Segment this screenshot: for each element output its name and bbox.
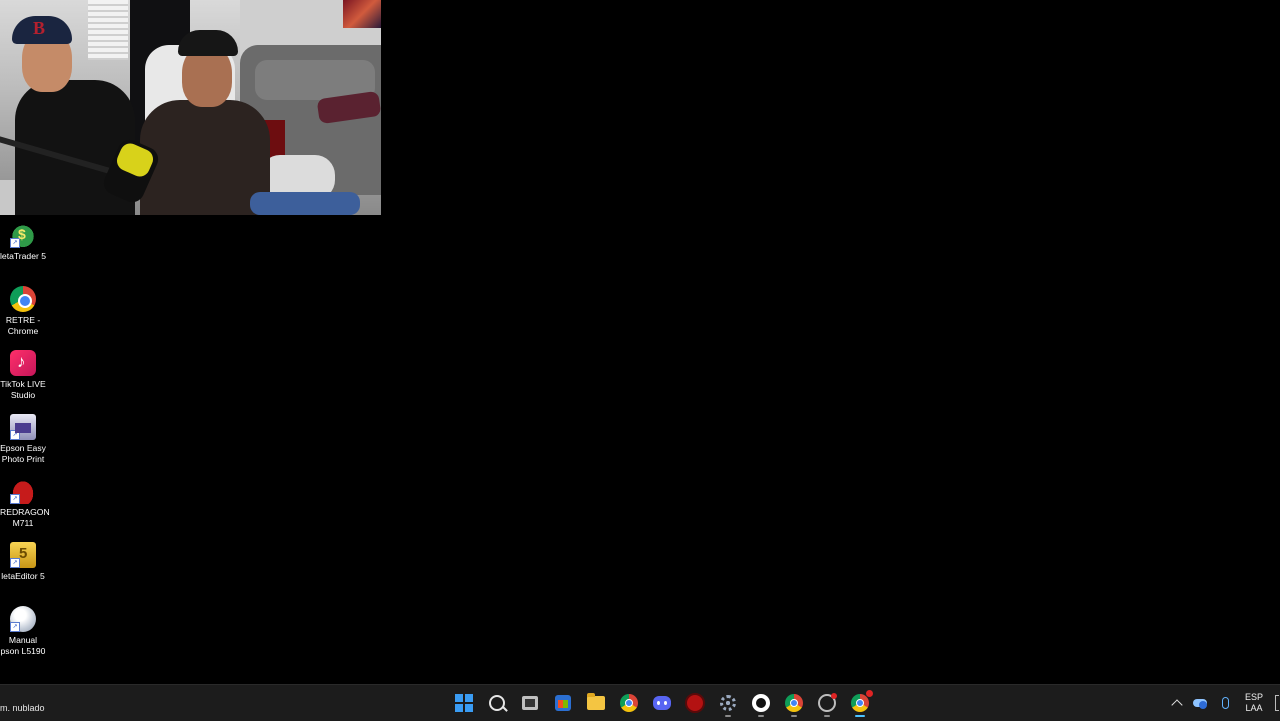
language-text: ESP LAA	[1244, 692, 1263, 713]
redragon-icon: ↗	[10, 478, 36, 504]
show-hidden-icons-button[interactable]	[1168, 685, 1186, 721]
discord-icon	[653, 696, 671, 710]
search-icon	[489, 695, 505, 711]
show-desktop-icon	[1275, 695, 1279, 711]
epson-easy-photo-print-icon: ↗	[10, 414, 36, 440]
red-circle-icon	[685, 693, 705, 713]
red-app-button[interactable]	[681, 689, 709, 717]
microphone-icon	[1221, 697, 1229, 709]
desktop-icon-epson-easy-photo-print[interactable]: ↗ Epson Easy Photo Print	[0, 414, 46, 465]
metatrader5-icon: ↗	[10, 222, 36, 248]
gear-icon	[720, 695, 736, 711]
chrome-icon	[785, 694, 803, 712]
taskbar: m. nublado ESP LAA	[0, 684, 1280, 721]
webcam-app-button[interactable]	[747, 689, 775, 717]
desktop-icon-retre-chrome[interactable]: RETRE - Chrome	[0, 286, 46, 337]
cap-logo: B	[33, 18, 46, 38]
discord-button[interactable]	[648, 689, 676, 717]
desktop-icon-label: Epson Easy Photo Print	[0, 443, 46, 464]
chevron-up-icon	[1171, 699, 1183, 711]
chrome-button[interactable]	[615, 689, 643, 717]
desktop-icon-label: TikTok LIVE Studio	[0, 379, 46, 400]
manual-disc-icon: ↗	[10, 606, 36, 632]
task-view-icon	[522, 696, 538, 710]
windows-start-icon	[455, 694, 473, 712]
chrome-icon	[620, 694, 638, 712]
shortcut-arrow-icon: ↗	[10, 430, 20, 440]
desktop-icon-label: letaEditor 5	[1, 571, 45, 581]
desktop-icon-label: RETRE - Chrome	[5, 315, 41, 336]
webcam-video-overlay: B	[0, 0, 381, 215]
wall-poster	[343, 0, 381, 28]
taskbar-apps	[450, 689, 874, 717]
obs-icon	[818, 693, 837, 712]
chrome-icon	[851, 694, 869, 712]
desktop-icon-metaeditor5[interactable]: ↗ letaEditor 5	[0, 542, 46, 582]
obs-button[interactable]	[813, 689, 841, 717]
desktop-icon-manual-epson[interactable]: ↗ Manual pson L5190	[0, 606, 46, 657]
microphone-tray-button[interactable]	[1216, 685, 1234, 721]
file-explorer-button[interactable]	[582, 689, 610, 717]
metaeditor5-icon: ↗	[10, 542, 36, 568]
tiktok-live-studio-icon	[10, 350, 36, 376]
shortcut-arrow-icon: ↗	[10, 622, 20, 632]
chrome-active-button[interactable]	[846, 689, 874, 717]
person-right-cap	[178, 30, 238, 56]
language-indicator[interactable]: ESP LAA	[1240, 685, 1268, 721]
task-view-button[interactable]	[516, 689, 544, 717]
chrome-profile-button[interactable]	[780, 689, 808, 717]
desktop-icon-label: Manual pson L5190	[0, 635, 46, 656]
cloud-icon	[1193, 699, 1207, 709]
desktop-icon-label: letaTrader 5	[0, 251, 47, 261]
chrome-icon	[10, 286, 36, 312]
notification-badge	[866, 690, 873, 697]
desktop-icon-tiktok-live-studio[interactable]: TikTok LIVEStudio	[0, 350, 46, 401]
microsoft-store-icon	[555, 695, 571, 711]
shortcut-arrow-icon: ↗	[10, 558, 20, 568]
folder-icon	[587, 693, 605, 710]
start-button[interactable]	[450, 689, 478, 717]
microsoft-store-button[interactable]	[549, 689, 577, 717]
onedrive-tray-button[interactable]	[1190, 685, 1210, 721]
shortcut-arrow-icon: ↗	[10, 494, 20, 504]
show-desktop-button[interactable]	[1274, 685, 1280, 721]
camera-icon	[752, 694, 770, 712]
search-button[interactable]	[483, 689, 511, 717]
desktop-icon-metatrader5[interactable]: ↗ letaTrader 5	[0, 222, 46, 262]
desktop-icon-redragon-m711[interactable]: ↗ REDRAGON M711	[0, 478, 50, 529]
settings-button[interactable]	[714, 689, 742, 717]
person-right-jeans	[250, 192, 360, 215]
weather-widget[interactable]: m. nublado	[0, 703, 45, 713]
window-blinds	[88, 0, 128, 60]
shortcut-arrow-icon: ↗	[10, 238, 20, 248]
desktop-icon-label: REDRAGON M711	[0, 507, 50, 528]
